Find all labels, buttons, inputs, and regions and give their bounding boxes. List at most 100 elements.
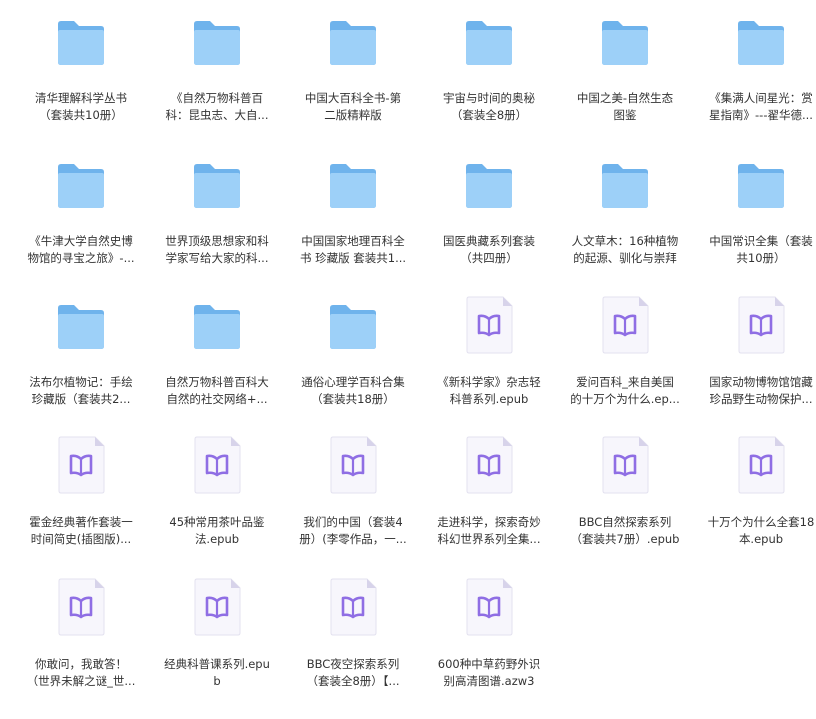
folder-icon bbox=[736, 18, 786, 68]
folder-item[interactable]: 《牛津大学自然史博 物馆的寻宝之旅》-... bbox=[17, 143, 145, 273]
file-name-line-1: 通俗心理学百科合集 bbox=[301, 375, 405, 389]
folder-icon bbox=[736, 161, 786, 211]
folder-icon bbox=[192, 18, 242, 68]
file-name-line-2: （套装共10册） bbox=[39, 108, 123, 122]
file-item[interactable]: BBC夜空探索系列 （套装全8册）【... bbox=[289, 566, 417, 696]
file-item[interactable]: 霍金经典著作套装一 时间简史(插图版)... bbox=[17, 424, 145, 554]
folder-item[interactable]: 国医典藏系列套装 （共四册） bbox=[425, 143, 553, 273]
file-name-line-1: BBC自然探索系列 bbox=[578, 515, 672, 529]
file-name-line-1: 中国常识全集（套装 bbox=[709, 234, 813, 248]
ebook-file-icon bbox=[463, 436, 515, 494]
file-name-label: 清华理解科学丛书 （套装共10册） bbox=[21, 90, 141, 124]
file-name-label: 《集满人间星光：赏 星指南》---翟华德... bbox=[701, 90, 816, 124]
folder-item[interactable]: 通俗心理学百科合集 （套装共18册） bbox=[289, 284, 417, 414]
file-name-label: 国医典藏系列套装 （共四册） bbox=[429, 233, 549, 267]
folder-item[interactable]: 自然万物科普百科大 自然的社交网络+... bbox=[153, 284, 281, 414]
file-name-line-2: 学家写给大家的科... bbox=[165, 251, 269, 265]
folder-item[interactable]: 宇宙与时间的奥秘 （套装全8册） bbox=[425, 0, 553, 130]
file-name-label: BBC自然探索系列 （套装共7册）.epub bbox=[565, 514, 685, 548]
file-name-line-2: 别高清图谱.azw3 bbox=[443, 674, 535, 688]
file-item[interactable]: 我们的中国（套装4 册）(李零作品，一... bbox=[289, 424, 417, 554]
file-name-line-1: 《集满人间星光：赏 bbox=[709, 91, 813, 105]
folder-item[interactable]: 中国常识全集（套装 共10册） bbox=[697, 143, 816, 273]
file-item[interactable]: 爱问百科_来自美国 的十万个为什么.ep... bbox=[561, 284, 689, 414]
file-name-line-2: （套装全8册）【... bbox=[306, 674, 400, 688]
file-name-line-1: 《新科学家》杂志轻 bbox=[437, 375, 541, 389]
folder-icon bbox=[464, 161, 514, 211]
file-name-line-2: 科幻世界系列全集... bbox=[437, 532, 541, 546]
folder-icon bbox=[600, 161, 650, 211]
folder-item[interactable]: 人文草木：16种植物 的起源、驯化与崇拜 bbox=[561, 143, 689, 273]
folder-item[interactable]: 中国之美-自然生态 图鉴 bbox=[561, 0, 689, 130]
file-name-line-2: 物馆的寻宝之旅》-... bbox=[27, 251, 135, 265]
folder-item[interactable]: 清华理解科学丛书 （套装共10册） bbox=[17, 0, 145, 130]
ebook-file-icon bbox=[191, 436, 243, 494]
file-name-line-2: 的起源、驯化与崇拜 bbox=[573, 251, 677, 265]
file-name-line-2: （世界未解之谜_世... bbox=[26, 674, 136, 688]
file-name-line-2: 书 珍藏版 套装共1... bbox=[299, 251, 407, 265]
file-name-line-2: 共10册） bbox=[736, 251, 786, 265]
file-name-line-1: 国家动物博物馆馆藏 bbox=[709, 375, 813, 389]
file-item[interactable]: 十万个为什么全套18 本.epub bbox=[697, 424, 816, 554]
file-name-line-2: 星指南》---翟华德... bbox=[709, 108, 813, 122]
file-name-line-1: 《自然万物科普百 bbox=[171, 91, 263, 105]
file-name-label: 人文草木：16种植物 的起源、驯化与崇拜 bbox=[565, 233, 685, 267]
file-item[interactable]: 国家动物博物馆馆藏 珍品野生动物保护... bbox=[697, 284, 816, 414]
folder-item[interactable]: 中国大百科全书-第 二版精粹版 bbox=[289, 0, 417, 130]
folder-item[interactable]: 法布尔植物记：手绘 珍藏版（套装共2... bbox=[17, 284, 145, 414]
file-name-line-1: 世界顶级思想家和科 bbox=[165, 234, 269, 248]
folder-item[interactable]: 世界顶级思想家和科 学家写给大家的科... bbox=[153, 143, 281, 273]
file-name-line-1: 十万个为什么全套18 bbox=[707, 515, 815, 529]
ebook-file-icon bbox=[599, 436, 651, 494]
file-name-line-2: 本.epub bbox=[738, 532, 784, 546]
file-name-line-2: （套装共7册）.epub bbox=[570, 532, 680, 546]
file-name-line-1: 《牛津大学自然史博 bbox=[29, 234, 133, 248]
file-name-label: 十万个为什么全套18 本.epub bbox=[701, 514, 816, 548]
file-name-line-1: 人文草木：16种植物 bbox=[571, 234, 679, 248]
file-name-label: 600种中草药野外识 别高清图谱.azw3 bbox=[429, 656, 549, 690]
file-name-label: 世界顶级思想家和科 学家写给大家的科... bbox=[157, 233, 277, 267]
file-name-line-2: 自然的社交网络+... bbox=[166, 392, 268, 406]
file-name-label: 通俗心理学百科合集 （套装共18册） bbox=[293, 374, 413, 408]
file-name-line-1: 霍金经典著作套装一 bbox=[29, 515, 133, 529]
file-name-label: 45种常用茶叶品鉴 法.epub bbox=[157, 514, 277, 548]
file-item[interactable]: 你敢问，我敢答！ （世界未解之谜_世... bbox=[17, 566, 145, 696]
folder-icon bbox=[192, 161, 242, 211]
file-name-label: 走进科学，探索奇妙 科幻世界系列全集... bbox=[429, 514, 549, 548]
file-item[interactable]: BBC自然探索系列 （套装共7册）.epub bbox=[561, 424, 689, 554]
file-name-label: 自然万物科普百科大 自然的社交网络+... bbox=[157, 374, 277, 408]
file-name-line-1: 中国之美-自然生态 bbox=[576, 91, 674, 105]
file-name-line-2: 珍藏版（套装共2... bbox=[31, 392, 131, 406]
file-item[interactable]: 《新科学家》杂志轻 科普系列.epub bbox=[425, 284, 553, 414]
file-name-line-2: 科：昆虫志、大自... bbox=[165, 108, 269, 122]
file-name-line-2: 科普系列.epub bbox=[449, 392, 529, 406]
file-name-line-2: 二版精粹版 bbox=[324, 108, 382, 122]
file-name-label: 中国大百科全书-第 二版精粹版 bbox=[293, 90, 413, 124]
file-name-line-1: 爱问百科_来自美国 bbox=[576, 375, 674, 389]
file-name-line-1: 600种中草药野外识 bbox=[437, 657, 541, 671]
file-name-label: 宇宙与时间的奥秘 （套装全8册） bbox=[429, 90, 549, 124]
file-name-label: 《新科学家》杂志轻 科普系列.epub bbox=[429, 374, 549, 408]
folder-item[interactable]: 《自然万物科普百 科：昆虫志、大自... bbox=[153, 0, 281, 130]
file-name-line-2: 珍品野生动物保护... bbox=[709, 392, 813, 406]
folder-item[interactable]: 《集满人间星光：赏 星指南》---翟华德... bbox=[697, 0, 816, 130]
folder-icon bbox=[328, 302, 378, 352]
file-name-label: 中国国家地理百科全书 珍藏版 套装共1... bbox=[293, 233, 413, 267]
ebook-file-icon bbox=[327, 436, 379, 494]
folder-icon bbox=[328, 161, 378, 211]
ebook-file-icon bbox=[55, 578, 107, 636]
file-name-label: 中国常识全集（套装 共10册） bbox=[701, 233, 816, 267]
file-item[interactable]: 走进科学，探索奇妙 科幻世界系列全集... bbox=[425, 424, 553, 554]
ebook-file-icon bbox=[463, 296, 515, 354]
ebook-file-icon bbox=[55, 436, 107, 494]
folder-icon bbox=[328, 18, 378, 68]
file-item[interactable]: 45种常用茶叶品鉴 法.epub bbox=[153, 424, 281, 554]
file-item[interactable]: 经典科普课系列.epu b bbox=[153, 566, 281, 696]
folder-item[interactable]: 中国国家地理百科全书 珍藏版 套装共1... bbox=[289, 143, 417, 273]
file-name-line-1: 你敢问，我敢答！ bbox=[35, 657, 127, 671]
folder-icon bbox=[192, 302, 242, 352]
ebook-file-icon bbox=[735, 296, 787, 354]
file-item[interactable]: 600种中草药野外识 别高清图谱.azw3 bbox=[425, 566, 553, 696]
file-name-label: 经典科普课系列.epu b bbox=[157, 656, 277, 690]
file-name-line-2: 图鉴 bbox=[613, 108, 637, 122]
